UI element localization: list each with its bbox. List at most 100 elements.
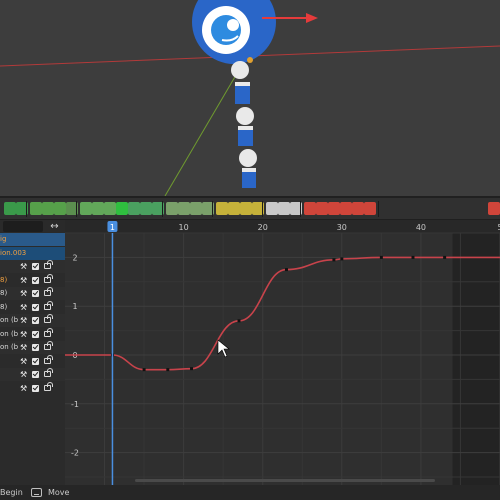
current-frame-label: 1 xyxy=(110,223,115,232)
tangent-icon-2[interactable] xyxy=(316,202,328,215)
keyframe-point[interactable] xyxy=(379,255,383,259)
modifier-wrench-icon[interactable]: ⚒ xyxy=(20,341,27,354)
channel-row[interactable]: ig xyxy=(0,233,65,246)
y-tick-label: -1 xyxy=(71,400,79,409)
visibility-checkbox[interactable] xyxy=(32,357,39,365)
lock-icon[interactable] xyxy=(44,314,53,323)
handle-icon-2[interactable] xyxy=(92,202,104,215)
lock-icon[interactable] xyxy=(44,300,53,310)
gizmo-x-arrowhead[interactable] xyxy=(306,13,318,23)
channel-row[interactable]: on (b ⚒ xyxy=(0,327,65,341)
swap-icon[interactable]: ↔ xyxy=(46,220,63,233)
channel-row[interactable]: ⚒ xyxy=(0,354,65,368)
keyframe-icon-1[interactable] xyxy=(4,202,16,215)
channel-row[interactable]: on (b ⚒ xyxy=(0,314,65,327)
modifier-wrench-icon[interactable]: ⚒ xyxy=(20,314,27,327)
lock-icon[interactable] xyxy=(44,273,53,283)
keyframe-point[interactable] xyxy=(332,258,336,262)
channel-row[interactable]: 8) ⚒ xyxy=(0,300,65,314)
curve-tool-icon-1[interactable] xyxy=(30,202,42,215)
modifier-wrench-icon[interactable]: ⚒ xyxy=(20,274,27,287)
lock-icon[interactable] xyxy=(44,354,53,364)
tangent-icon-6[interactable] xyxy=(364,202,376,215)
keyframe-point[interactable] xyxy=(166,368,170,372)
tangent-icon-3[interactable] xyxy=(328,202,340,215)
x-tick-label: 10 xyxy=(179,223,189,232)
channel-label: ig xyxy=(0,235,7,243)
y-tick-label: 1 xyxy=(72,302,77,311)
visibility-checkbox[interactable] xyxy=(32,263,39,270)
graph-canvas[interactable]: 102030405210-1-21 xyxy=(65,220,500,485)
frame-icon-1[interactable] xyxy=(166,202,178,215)
channel-row[interactable]: 8) ⚒ xyxy=(0,273,65,287)
lock-icon[interactable] xyxy=(44,260,53,269)
frame-icon-2[interactable] xyxy=(178,202,190,215)
select-icon-2[interactable] xyxy=(140,202,152,215)
graph-editor-toolbar xyxy=(0,196,500,220)
curve-tool-icon-2[interactable] xyxy=(42,202,54,215)
modifier-wrench-icon[interactable]: ⚒ xyxy=(20,287,27,300)
channel-row[interactable]: ⚒ xyxy=(0,368,65,381)
y-tick-label: 2 xyxy=(72,253,77,262)
channel-row[interactable]: on (b ⚒ xyxy=(0,341,65,354)
visibility-checkbox[interactable] xyxy=(32,276,39,284)
tangent-icon-4[interactable] xyxy=(340,202,352,215)
horizontal-scrollbar[interactable] xyxy=(135,479,435,482)
keyframe-point[interactable] xyxy=(190,367,194,371)
view-icon-3[interactable] xyxy=(240,202,252,215)
view-icon-2[interactable] xyxy=(228,202,240,215)
channel-row[interactable]: 8) ⚒ xyxy=(0,287,65,300)
3d-viewport[interactable] xyxy=(0,0,500,196)
visibility-checkbox[interactable] xyxy=(32,330,39,338)
keyframe-point[interactable] xyxy=(284,268,288,272)
lock-icon[interactable] xyxy=(44,327,53,337)
modifier-wrench-icon[interactable]: ⚒ xyxy=(20,328,27,341)
keyframe-point[interactable] xyxy=(411,255,415,259)
toolbar-separator xyxy=(378,201,379,217)
view-icon-1[interactable] xyxy=(216,202,228,215)
snap-icon[interactable] xyxy=(116,202,128,215)
modifier-wrench-icon[interactable]: ⚒ xyxy=(20,368,27,381)
y-tick-label: -2 xyxy=(71,449,79,458)
zoom-icon-2[interactable] xyxy=(278,202,290,215)
keyframe-point[interactable] xyxy=(340,257,344,261)
toolbar-separator xyxy=(262,201,263,217)
curve-tool-icon-3[interactable] xyxy=(54,202,66,215)
select-icon-1[interactable] xyxy=(128,202,140,215)
channel-list-header: ↔ xyxy=(0,220,65,233)
modifier-wrench-icon[interactable]: ⚒ xyxy=(20,382,27,395)
x-tick-label: 20 xyxy=(258,223,268,232)
lock-icon[interactable] xyxy=(44,287,53,296)
mouse-icon xyxy=(31,488,42,497)
channel-filter-field[interactable] xyxy=(3,221,43,232)
visibility-checkbox[interactable] xyxy=(32,303,39,311)
keyframe-point[interactable] xyxy=(142,368,146,372)
tangent-icon-1[interactable] xyxy=(304,202,316,215)
modifier-wrench-icon[interactable]: ⚒ xyxy=(20,355,27,368)
bone-chain[interactable] xyxy=(231,61,257,188)
lock-icon[interactable] xyxy=(44,368,53,377)
channel-row[interactable]: ion.003 xyxy=(0,246,65,260)
keyframe-point[interactable] xyxy=(443,255,447,259)
tangent-icon-5[interactable] xyxy=(352,202,364,215)
visibility-checkbox[interactable] xyxy=(32,290,39,297)
channel-row[interactable]: ⚒ xyxy=(0,381,65,395)
visibility-checkbox[interactable] xyxy=(32,317,39,324)
lock-icon[interactable] xyxy=(44,381,53,391)
visibility-checkbox[interactable] xyxy=(32,384,39,392)
modifier-wrench-icon[interactable]: ⚒ xyxy=(20,260,27,273)
power-icon[interactable] xyxy=(488,202,500,215)
modifier-wrench-icon[interactable]: ⚒ xyxy=(20,301,27,314)
visibility-checkbox[interactable] xyxy=(32,371,39,378)
frame-ruler[interactable] xyxy=(65,220,500,233)
lock-icon[interactable] xyxy=(44,341,53,350)
graph-editor[interactable]: 102030405210-1-21 xyxy=(65,220,500,485)
zoom-icon-1[interactable] xyxy=(266,202,278,215)
status-bar: Begin Move xyxy=(0,485,500,500)
frame-icon-3[interactable] xyxy=(190,202,202,215)
visibility-checkbox[interactable] xyxy=(32,344,39,351)
keyframe-point[interactable] xyxy=(237,319,241,323)
channel-row[interactable]: ⚒ xyxy=(0,260,65,273)
handle-icon-1[interactable] xyxy=(80,202,92,215)
handle-icon-3[interactable] xyxy=(104,202,116,215)
